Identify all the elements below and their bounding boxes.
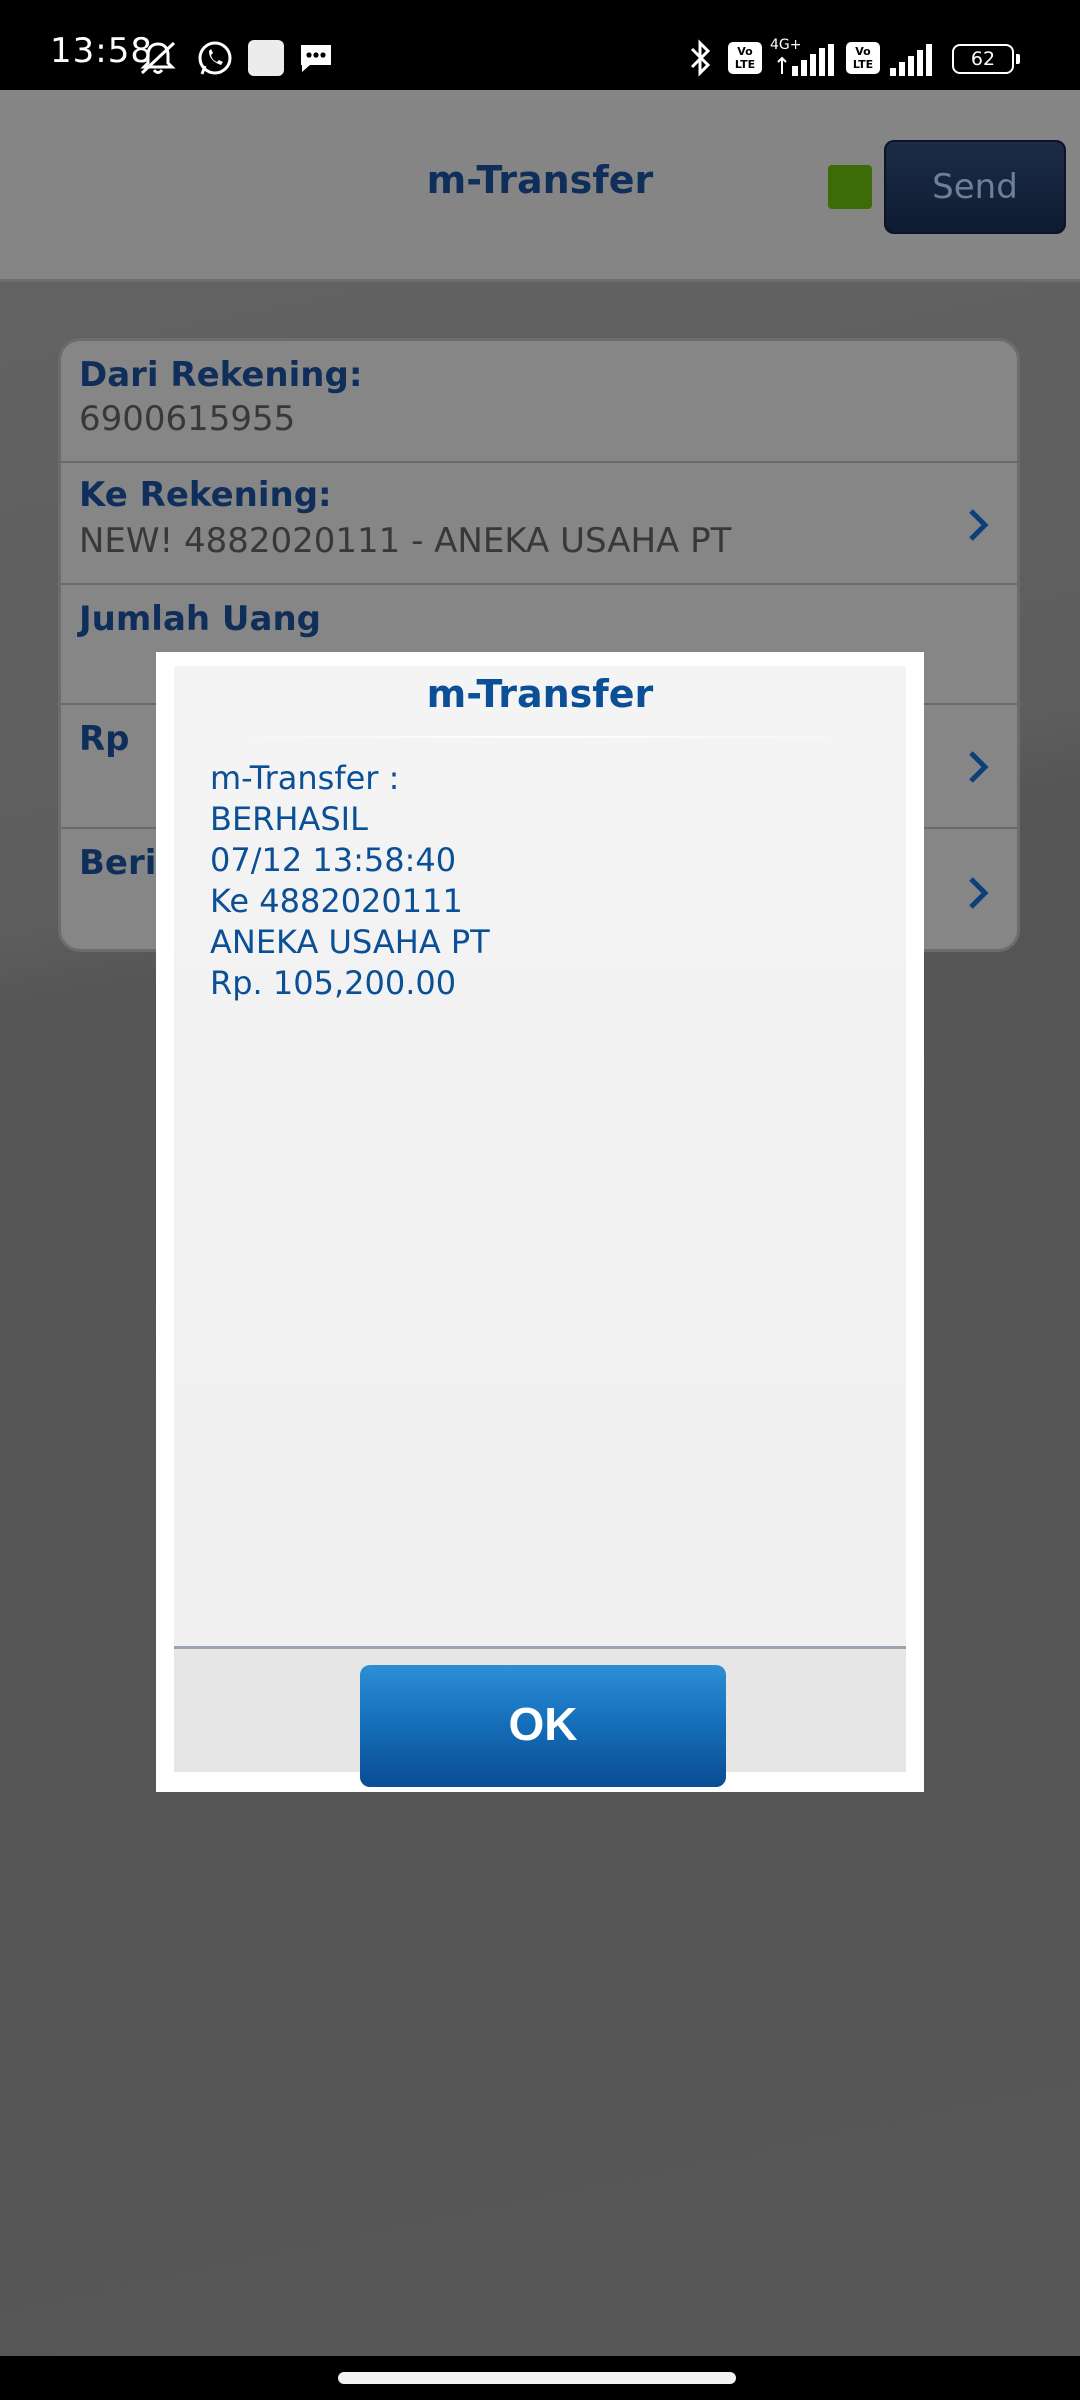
amount-label: Jumlah Uang (79, 599, 322, 639)
battery-icon: 62 (952, 44, 1020, 74)
divider (204, 736, 876, 738)
volte-icon: Vo LTE (728, 42, 762, 74)
currency-label: Rp (79, 719, 130, 759)
app-header: m-Transfer Send (0, 90, 1080, 282)
app-icon (248, 40, 284, 76)
message-line: ANEKA USAHA PT (210, 923, 490, 961)
signal-icon (777, 44, 834, 76)
to-account-value: NEW! 4882020111 - ANEKA USAHA PT (79, 521, 732, 561)
to-account-label: Ke Rekening: (79, 475, 332, 515)
from-account-label: Dari Rekening: (79, 355, 363, 395)
message-line: 07/12 13:58:40 (210, 841, 457, 879)
message-line: Rp. 105,200.00 (210, 964, 457, 1002)
from-account-row[interactable]: Dari Rekening: 6900615955 (61, 341, 1017, 463)
message-line: Ke 4882020111 (210, 882, 463, 920)
ok-button[interactable]: OK (360, 1665, 726, 1787)
to-account-row[interactable]: Ke Rekening: NEW! 4882020111 - ANEKA USA… (61, 463, 1017, 585)
dialog-message: m-Transfer : BERHASIL 07/12 13:58:40 Ke … (210, 758, 870, 1004)
status-indicator (828, 165, 872, 209)
status-bar: 13:58 Vo LTE 4G+ Vo LTE 62 (0, 0, 1080, 90)
whatsapp-icon (198, 41, 232, 75)
volte-icon: Vo LTE (846, 42, 880, 74)
dialog-footer: OK (174, 1646, 906, 1787)
chevron-right-icon (969, 509, 989, 541)
from-account-value: 6900615955 (79, 399, 296, 439)
send-button[interactable]: Send (884, 140, 1066, 234)
message-icon (301, 45, 331, 72)
result-dialog: m-Transfer m-Transfer : BERHASIL 07/12 1… (156, 652, 924, 1792)
home-indicator[interactable] (338, 2372, 736, 2384)
dialog-title: m-Transfer (426, 672, 654, 716)
chevron-right-icon (969, 751, 989, 783)
chevron-right-icon (969, 877, 989, 909)
mute-notifications-icon (140, 41, 176, 75)
message-line: m-Transfer : (210, 759, 400, 797)
bluetooth-icon (690, 39, 711, 77)
signal-icon (890, 44, 932, 76)
dialog-body: m-Transfer m-Transfer : BERHASIL 07/12 1… (174, 666, 906, 1787)
navigation-bar (0, 2356, 1080, 2400)
battery-level: 62 (970, 48, 996, 70)
message-line: BERHASIL (210, 800, 368, 838)
